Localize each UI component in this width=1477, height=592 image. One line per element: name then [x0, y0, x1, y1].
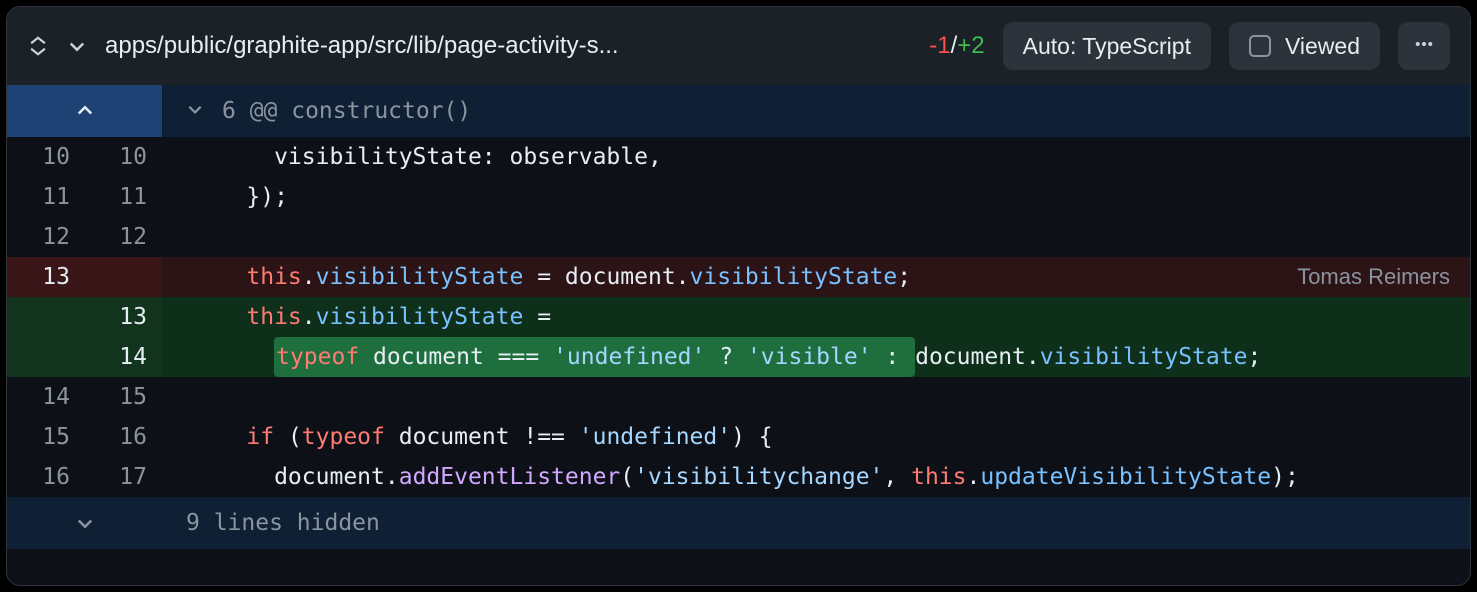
hunk-header: 6 @@ constructor() — [7, 85, 1470, 137]
file-path[interactable]: apps/public/graphite-app/src/lib/page-ac… — [105, 32, 911, 60]
blame-author[interactable]: Tomas Reimers — [1297, 257, 1450, 297]
line-number-new[interactable]: 17 — [84, 457, 161, 497]
hunk-content: 6 @@ constructor() — [162, 98, 471, 124]
code-content[interactable]: typeof document === 'undefined' ? 'visib… — [161, 337, 1470, 377]
line-number-old[interactable]: 13 — [7, 257, 84, 297]
diff-panel: apps/public/graphite-app/src/lib/page-ac… — [6, 6, 1471, 586]
code-content[interactable]: document.addEventListener('visibilitycha… — [161, 457, 1470, 497]
line-number-old[interactable]: 14 — [7, 377, 84, 417]
code-content[interactable]: visibilityState: observable, — [161, 137, 1470, 177]
language-label: Auto: TypeScript — [1023, 33, 1191, 60]
file-header: apps/public/graphite-app/src/lib/page-ac… — [7, 7, 1470, 85]
language-selector[interactable]: Auto: TypeScript — [1003, 22, 1211, 70]
code-line[interactable]: 1212 — [7, 217, 1470, 257]
line-number-new[interactable]: 11 — [84, 177, 161, 217]
line-number-old[interactable]: 16 — [7, 457, 84, 497]
more-actions-button[interactable] — [1398, 22, 1450, 70]
chevron-down-icon[interactable] — [186, 98, 204, 124]
code-content[interactable]: if (typeof document !== 'undefined') { — [161, 417, 1470, 457]
chevron-down-icon[interactable] — [67, 36, 87, 56]
code-line[interactable]: 1617 document.addEventListener('visibili… — [7, 457, 1470, 497]
code-line[interactable]: 1415 — [7, 377, 1470, 417]
code-line[interactable]: 13 this.visibilityState = document.visib… — [7, 257, 1470, 297]
line-number-new[interactable]: 10 — [84, 137, 161, 177]
expand-footer: 9 lines hidden — [7, 497, 1470, 549]
expand-up-button[interactable] — [7, 85, 162, 137]
hidden-lines-label: 9 lines hidden — [162, 510, 380, 536]
viewed-label: Viewed — [1285, 33, 1360, 60]
line-number-old[interactable] — [7, 337, 84, 377]
checkbox-icon — [1249, 35, 1271, 57]
code-line[interactable]: 1516 if (typeof document !== 'undefined'… — [7, 417, 1470, 457]
line-number-old[interactable]: 10 — [7, 137, 84, 177]
code-line[interactable]: 13 this.visibilityState = — [7, 297, 1470, 337]
code-line[interactable]: 1111 }); — [7, 177, 1470, 217]
diff-stat: -1/+2 — [929, 32, 984, 60]
code-line[interactable]: 14 typeof document === 'undefined' ? 'vi… — [7, 337, 1470, 377]
kebab-icon — [1414, 33, 1434, 60]
code-table: 1010 visibilityState: observable,1111 })… — [7, 137, 1470, 497]
line-number-new[interactable]: 14 — [84, 337, 161, 377]
code-content[interactable]: this.visibilityState = document.visibili… — [161, 257, 1470, 297]
line-number-new[interactable]: 16 — [84, 417, 161, 457]
additions-count: +2 — [957, 32, 984, 59]
code-content[interactable]: this.visibilityState = — [161, 297, 1470, 337]
viewed-toggle[interactable]: Viewed — [1229, 22, 1380, 70]
line-number-old[interactable]: 11 — [7, 177, 84, 217]
line-number-new[interactable]: 13 — [84, 297, 161, 337]
line-number-new[interactable]: 12 — [84, 217, 161, 257]
line-number-old[interactable] — [7, 297, 84, 337]
code-content[interactable]: }); — [161, 177, 1470, 217]
expand-down-button[interactable] — [7, 497, 162, 549]
code-line[interactable]: 1010 visibilityState: observable, — [7, 137, 1470, 177]
code-content[interactable] — [161, 217, 1470, 257]
sort-icon[interactable] — [27, 35, 49, 57]
line-number-old[interactable]: 15 — [7, 417, 84, 457]
deletions-count: -1 — [929, 32, 950, 59]
hunk-summary: 6 @@ constructor() — [222, 98, 471, 124]
line-number-new[interactable] — [84, 257, 161, 297]
line-number-old[interactable]: 12 — [7, 217, 84, 257]
code-content[interactable] — [161, 377, 1470, 417]
line-number-new[interactable]: 15 — [84, 377, 161, 417]
